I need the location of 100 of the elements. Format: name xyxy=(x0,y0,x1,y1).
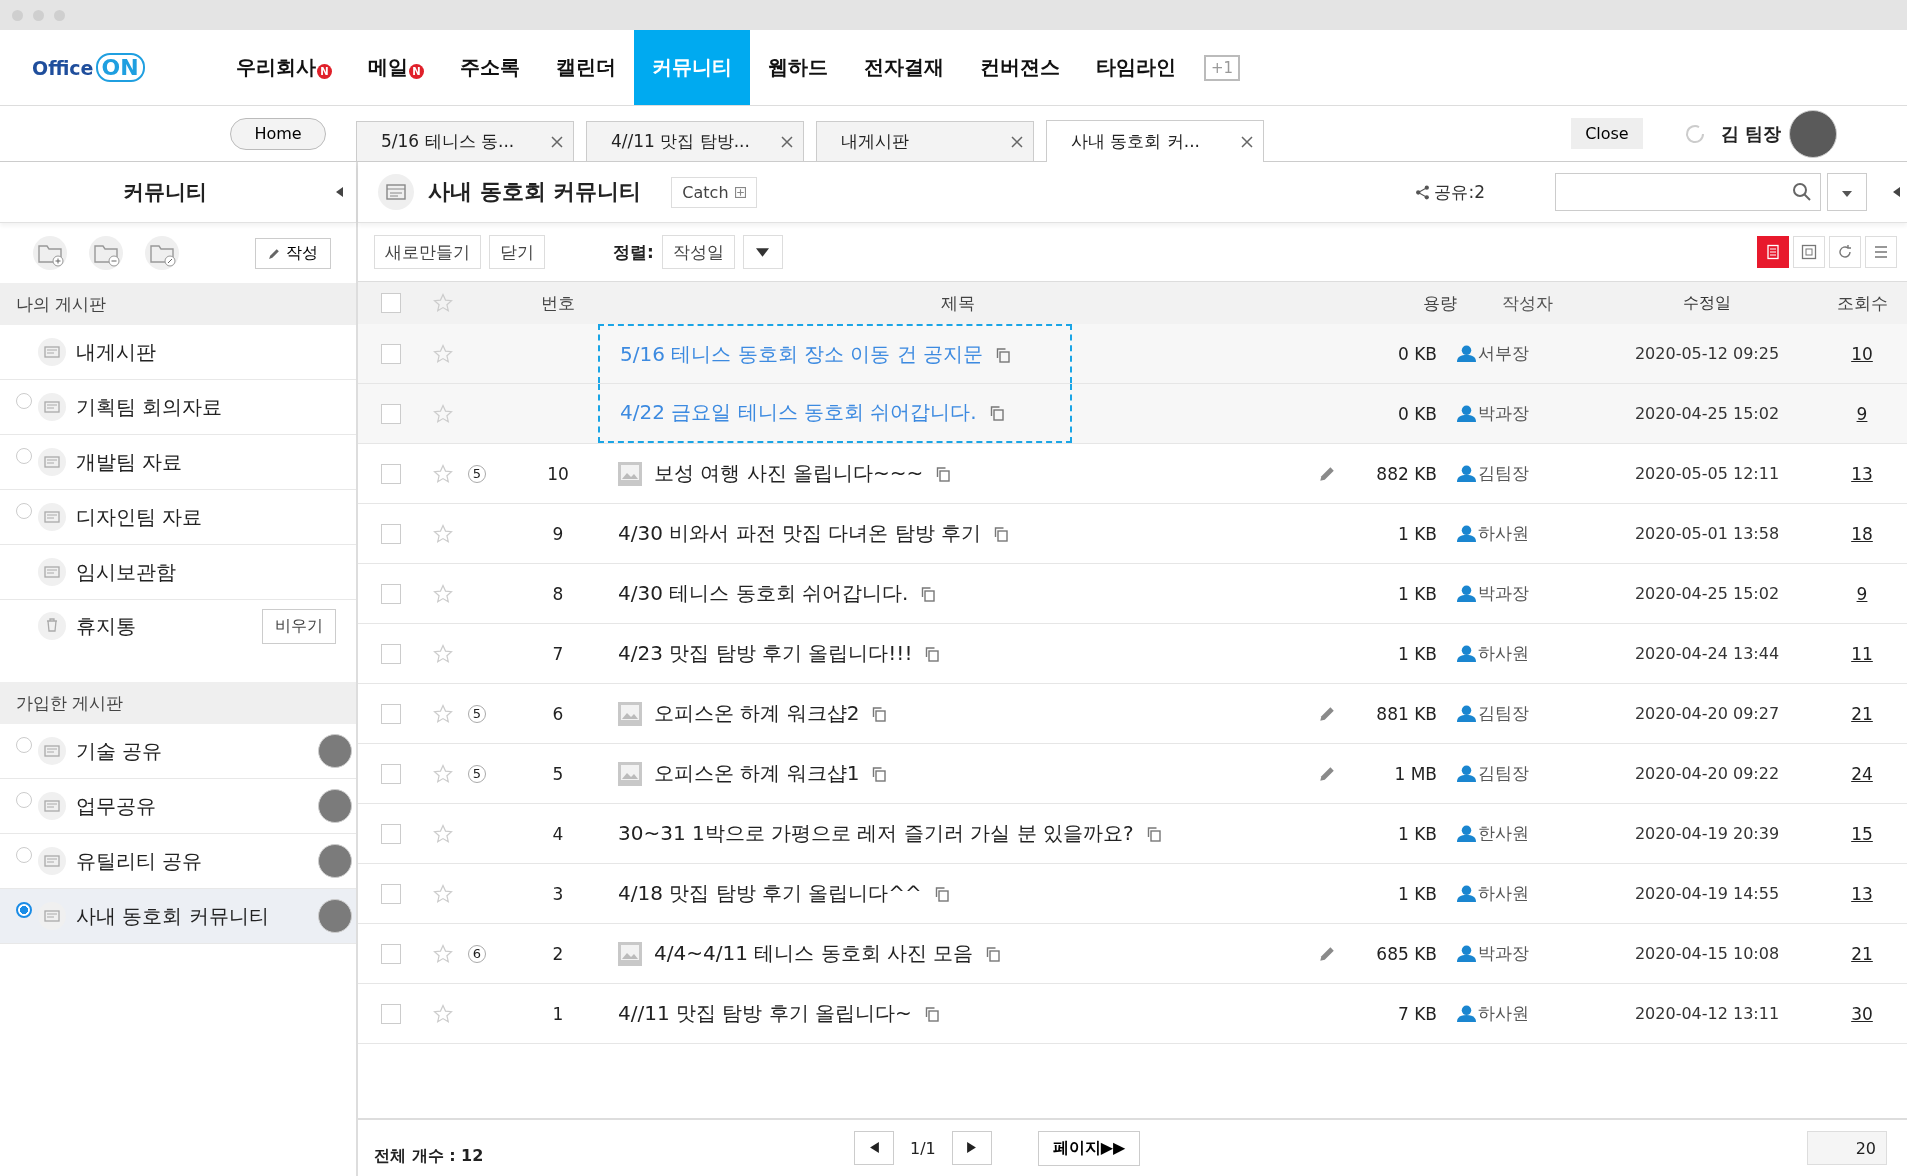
column-header[interactable]: 용량 xyxy=(1377,282,1457,324)
nav-menu-item[interactable]: 웹하드 xyxy=(750,30,846,105)
row-checkbox[interactable] xyxy=(380,823,401,844)
author-name[interactable]: 한사원 xyxy=(1478,822,1529,845)
radio-button[interactable] xyxy=(16,847,32,863)
row-checkbox[interactable] xyxy=(380,943,401,964)
radio-button[interactable] xyxy=(16,503,32,519)
post-title-link[interactable]: 보성 여행 사진 올립니다~~~ xyxy=(654,460,924,487)
copy-icon[interactable] xyxy=(935,465,952,482)
view-count-link[interactable]: 13 xyxy=(1851,463,1873,484)
column-header[interactable]: 작성자 xyxy=(1457,282,1597,324)
view-count-link[interactable]: 21 xyxy=(1851,943,1873,964)
close-icon[interactable] xyxy=(1011,135,1023,148)
column-header[interactable]: 수정일 xyxy=(1597,282,1817,324)
post-title-link[interactable]: 4/30 테니스 동호회 쉬어갑니다. xyxy=(618,580,909,607)
share-link[interactable]: 공유:2 xyxy=(1415,180,1485,204)
document-tab[interactable]: 5/16 테니스 동... xyxy=(356,121,574,161)
folder-add-icon[interactable] xyxy=(32,235,68,271)
star-icon[interactable] xyxy=(433,643,453,664)
author-name[interactable]: 김팀장 xyxy=(1478,702,1529,725)
sort-order-button[interactable] xyxy=(742,235,783,269)
board-list-item[interactable]: 기술 공유 xyxy=(0,724,356,779)
view-count-link[interactable]: 24 xyxy=(1851,763,1873,784)
nav-menu-item[interactable]: 메일 N xyxy=(350,30,442,105)
copy-icon[interactable] xyxy=(988,404,1005,421)
nav-menu-item[interactable]: 컨버젼스 xyxy=(962,30,1078,105)
copy-icon[interactable] xyxy=(985,945,1002,962)
post-title-link[interactable]: 4/18 맛집 탐방 후기 올립니다^^ xyxy=(618,880,922,907)
copy-icon[interactable] xyxy=(993,525,1010,542)
star-icon[interactable] xyxy=(433,293,453,313)
nav-menu-item[interactable]: 우리회사 N xyxy=(218,30,350,105)
radio-button[interactable] xyxy=(16,393,32,409)
author-name[interactable]: 하사원 xyxy=(1478,882,1529,905)
star-icon[interactable] xyxy=(433,943,453,964)
star-icon[interactable] xyxy=(433,1003,453,1024)
board-list-item[interactable]: 기획팀 회의자료 xyxy=(0,380,356,435)
close-icon[interactable] xyxy=(781,135,793,148)
copy-icon[interactable] xyxy=(924,645,941,662)
card-view-icon[interactable] xyxy=(1793,236,1825,268)
catch-button[interactable]: Catch xyxy=(671,176,757,208)
user-avatar[interactable] xyxy=(1789,109,1837,158)
office-on-logo[interactable]: Office ON xyxy=(0,53,200,82)
collapse-icon[interactable] xyxy=(1893,187,1901,197)
star-icon[interactable] xyxy=(433,343,453,364)
copy-icon[interactable] xyxy=(933,885,950,902)
radio-button[interactable] xyxy=(16,902,32,918)
view-count-link[interactable]: 18 xyxy=(1851,523,1873,544)
home-button[interactable]: Home xyxy=(230,117,326,150)
author-name[interactable]: 하사원 xyxy=(1478,1002,1529,1025)
star-icon[interactable] xyxy=(433,763,453,784)
next-page-button[interactable] xyxy=(951,1131,992,1165)
star-icon[interactable] xyxy=(433,883,453,904)
row-checkbox[interactable] xyxy=(380,883,401,904)
search-field[interactable] xyxy=(1555,173,1821,211)
post-title-link[interactable]: 30~31 1박으로 가평으로 레저 즐기러 가실 분 있을까요? xyxy=(618,820,1134,847)
row-checkbox[interactable] xyxy=(380,523,401,544)
list-view-icon[interactable] xyxy=(1757,236,1789,268)
folder-remove-icon[interactable] xyxy=(88,235,124,271)
nav-menu-item[interactable]: 주소록 xyxy=(442,30,538,105)
row-checkbox[interactable] xyxy=(380,343,401,364)
column-header[interactable]: 번호 xyxy=(518,282,598,324)
close-board-button[interactable]: 닫기 xyxy=(489,235,545,269)
board-list-item[interactable]: 개발팀 자료 xyxy=(0,435,356,490)
close-button[interactable]: Close xyxy=(1571,118,1643,149)
board-list-item[interactable]: 휴지통 비우기 xyxy=(0,600,356,652)
author-name[interactable]: 김팀장 xyxy=(1478,762,1529,785)
search-options-button[interactable] xyxy=(1827,173,1867,211)
row-checkbox[interactable] xyxy=(380,403,401,424)
row-checkbox[interactable] xyxy=(380,643,401,664)
close-icon[interactable] xyxy=(551,135,563,148)
copy-icon[interactable] xyxy=(995,346,1012,363)
row-checkbox[interactable] xyxy=(380,463,401,484)
star-icon[interactable] xyxy=(433,463,453,484)
view-count-link[interactable]: 13 xyxy=(1851,883,1873,904)
author-name[interactable]: 김팀장 xyxy=(1478,462,1529,485)
row-checkbox[interactable] xyxy=(380,703,401,724)
post-title-link[interactable]: 4//11 맛집 탐방 후기 올립니다~ xyxy=(618,1000,912,1027)
author-name[interactable]: 하사원 xyxy=(1478,522,1529,545)
row-checkbox[interactable] xyxy=(380,763,401,784)
new-button[interactable]: 새로만들기 xyxy=(374,235,481,269)
view-count-link[interactable]: 11 xyxy=(1851,643,1873,664)
post-title-link[interactable]: 오피스온 하계 워크샵2 xyxy=(654,700,860,727)
board-list-item[interactable]: 임시보관함 xyxy=(0,545,356,600)
copy-icon[interactable] xyxy=(920,585,937,602)
copy-icon[interactable] xyxy=(871,765,888,782)
view-count-link[interactable]: 9 xyxy=(1856,403,1868,424)
row-checkbox[interactable] xyxy=(380,583,401,604)
post-title-link[interactable]: 4/30 비와서 파전 맛집 다녀온 탐방 후기 xyxy=(618,520,982,547)
radio-button[interactable] xyxy=(16,737,32,753)
nav-menu-item[interactable]: 전자결재 xyxy=(846,30,962,105)
refresh-icon[interactable] xyxy=(1829,236,1861,268)
sort-dropdown[interactable]: 작성일 xyxy=(661,235,735,269)
collapse-icon[interactable] xyxy=(336,187,344,197)
document-tab[interactable]: 사내 동호회 커... xyxy=(1046,120,1264,162)
previous-page-button[interactable] xyxy=(854,1131,894,1165)
column-header[interactable]: 조회수 xyxy=(1817,282,1907,324)
empty-trash-button[interactable]: 비우기 xyxy=(262,608,336,644)
view-count-link[interactable]: 30 xyxy=(1851,1003,1873,1024)
folder-edit-icon[interactable] xyxy=(144,235,180,271)
page-size-field[interactable]: 20 xyxy=(1807,1131,1887,1165)
